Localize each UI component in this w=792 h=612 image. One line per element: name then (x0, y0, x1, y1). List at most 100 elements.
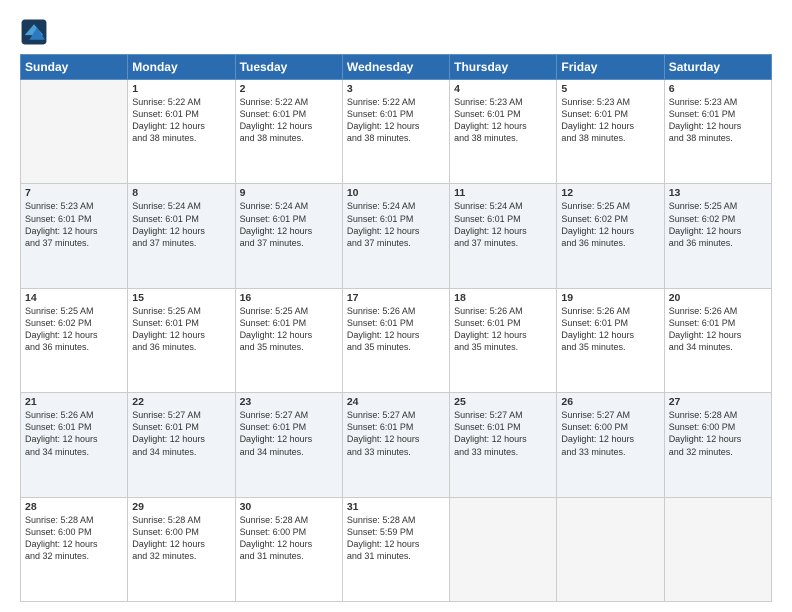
day-info: Sunrise: 5:28 AM Sunset: 6:00 PM Dayligh… (240, 514, 338, 563)
calendar-cell: 7Sunrise: 5:23 AM Sunset: 6:01 PM Daylig… (21, 184, 128, 288)
day-info: Sunrise: 5:24 AM Sunset: 6:01 PM Dayligh… (240, 200, 338, 249)
day-number: 15 (132, 292, 230, 304)
calendar-cell: 21Sunrise: 5:26 AM Sunset: 6:01 PM Dayli… (21, 393, 128, 497)
calendar-table: SundayMondayTuesdayWednesdayThursdayFrid… (20, 54, 772, 602)
day-info: Sunrise: 5:26 AM Sunset: 6:01 PM Dayligh… (561, 305, 659, 354)
calendar-cell (450, 497, 557, 601)
calendar-cell: 10Sunrise: 5:24 AM Sunset: 6:01 PM Dayli… (342, 184, 449, 288)
logo-icon (20, 18, 48, 46)
day-info: Sunrise: 5:27 AM Sunset: 6:01 PM Dayligh… (347, 409, 445, 458)
calendar-cell: 20Sunrise: 5:26 AM Sunset: 6:01 PM Dayli… (664, 288, 771, 392)
day-number: 22 (132, 396, 230, 408)
calendar-cell: 6Sunrise: 5:23 AM Sunset: 6:01 PM Daylig… (664, 80, 771, 184)
day-info: Sunrise: 5:23 AM Sunset: 6:01 PM Dayligh… (25, 200, 123, 249)
calendar-cell: 19Sunrise: 5:26 AM Sunset: 6:01 PM Dayli… (557, 288, 664, 392)
day-number: 23 (240, 396, 338, 408)
day-info: Sunrise: 5:27 AM Sunset: 6:01 PM Dayligh… (240, 409, 338, 458)
calendar-cell: 29Sunrise: 5:28 AM Sunset: 6:00 PM Dayli… (128, 497, 235, 601)
weekday-header-saturday: Saturday (664, 55, 771, 80)
day-info: Sunrise: 5:27 AM Sunset: 6:01 PM Dayligh… (454, 409, 552, 458)
day-number: 17 (347, 292, 445, 304)
calendar-cell: 4Sunrise: 5:23 AM Sunset: 6:01 PM Daylig… (450, 80, 557, 184)
weekday-header-tuesday: Tuesday (235, 55, 342, 80)
calendar-cell: 9Sunrise: 5:24 AM Sunset: 6:01 PM Daylig… (235, 184, 342, 288)
day-info: Sunrise: 5:24 AM Sunset: 6:01 PM Dayligh… (454, 200, 552, 249)
calendar-cell: 27Sunrise: 5:28 AM Sunset: 6:00 PM Dayli… (664, 393, 771, 497)
day-info: Sunrise: 5:25 AM Sunset: 6:02 PM Dayligh… (669, 200, 767, 249)
calendar-cell: 2Sunrise: 5:22 AM Sunset: 6:01 PM Daylig… (235, 80, 342, 184)
calendar-cell: 8Sunrise: 5:24 AM Sunset: 6:01 PM Daylig… (128, 184, 235, 288)
day-info: Sunrise: 5:28 AM Sunset: 6:00 PM Dayligh… (669, 409, 767, 458)
day-number: 13 (669, 187, 767, 199)
day-number: 9 (240, 187, 338, 199)
calendar-cell: 28Sunrise: 5:28 AM Sunset: 6:00 PM Dayli… (21, 497, 128, 601)
calendar-cell: 13Sunrise: 5:25 AM Sunset: 6:02 PM Dayli… (664, 184, 771, 288)
calendar-cell: 23Sunrise: 5:27 AM Sunset: 6:01 PM Dayli… (235, 393, 342, 497)
day-number: 19 (561, 292, 659, 304)
day-info: Sunrise: 5:25 AM Sunset: 6:02 PM Dayligh… (561, 200, 659, 249)
day-number: 26 (561, 396, 659, 408)
day-number: 2 (240, 83, 338, 95)
day-number: 7 (25, 187, 123, 199)
day-number: 31 (347, 501, 445, 513)
calendar-cell: 17Sunrise: 5:26 AM Sunset: 6:01 PM Dayli… (342, 288, 449, 392)
day-number: 16 (240, 292, 338, 304)
day-number: 5 (561, 83, 659, 95)
calendar-cell: 30Sunrise: 5:28 AM Sunset: 6:00 PM Dayli… (235, 497, 342, 601)
day-number: 25 (454, 396, 552, 408)
weekday-header-wednesday: Wednesday (342, 55, 449, 80)
day-number: 6 (669, 83, 767, 95)
day-number: 27 (669, 396, 767, 408)
calendar-cell (557, 497, 664, 601)
day-info: Sunrise: 5:28 AM Sunset: 6:00 PM Dayligh… (25, 514, 123, 563)
day-info: Sunrise: 5:26 AM Sunset: 6:01 PM Dayligh… (669, 305, 767, 354)
calendar-cell (21, 80, 128, 184)
weekday-header-friday: Friday (557, 55, 664, 80)
day-info: Sunrise: 5:24 AM Sunset: 6:01 PM Dayligh… (347, 200, 445, 249)
day-number: 8 (132, 187, 230, 199)
day-info: Sunrise: 5:22 AM Sunset: 6:01 PM Dayligh… (240, 96, 338, 145)
day-info: Sunrise: 5:22 AM Sunset: 6:01 PM Dayligh… (347, 96, 445, 145)
day-number: 24 (347, 396, 445, 408)
day-info: Sunrise: 5:26 AM Sunset: 6:01 PM Dayligh… (25, 409, 123, 458)
day-info: Sunrise: 5:26 AM Sunset: 6:01 PM Dayligh… (454, 305, 552, 354)
day-number: 30 (240, 501, 338, 513)
day-number: 18 (454, 292, 552, 304)
calendar-cell: 31Sunrise: 5:28 AM Sunset: 5:59 PM Dayli… (342, 497, 449, 601)
day-number: 14 (25, 292, 123, 304)
calendar-cell: 14Sunrise: 5:25 AM Sunset: 6:02 PM Dayli… (21, 288, 128, 392)
day-number: 4 (454, 83, 552, 95)
calendar-cell: 18Sunrise: 5:26 AM Sunset: 6:01 PM Dayli… (450, 288, 557, 392)
day-info: Sunrise: 5:28 AM Sunset: 6:00 PM Dayligh… (132, 514, 230, 563)
calendar-cell: 5Sunrise: 5:23 AM Sunset: 6:01 PM Daylig… (557, 80, 664, 184)
day-info: Sunrise: 5:27 AM Sunset: 6:01 PM Dayligh… (132, 409, 230, 458)
day-info: Sunrise: 5:23 AM Sunset: 6:01 PM Dayligh… (561, 96, 659, 145)
day-info: Sunrise: 5:24 AM Sunset: 6:01 PM Dayligh… (132, 200, 230, 249)
day-info: Sunrise: 5:23 AM Sunset: 6:01 PM Dayligh… (454, 96, 552, 145)
calendar-cell (664, 497, 771, 601)
day-info: Sunrise: 5:26 AM Sunset: 6:01 PM Dayligh… (347, 305, 445, 354)
day-info: Sunrise: 5:25 AM Sunset: 6:01 PM Dayligh… (132, 305, 230, 354)
day-info: Sunrise: 5:27 AM Sunset: 6:00 PM Dayligh… (561, 409, 659, 458)
day-info: Sunrise: 5:28 AM Sunset: 5:59 PM Dayligh… (347, 514, 445, 563)
day-number: 12 (561, 187, 659, 199)
calendar-cell: 24Sunrise: 5:27 AM Sunset: 6:01 PM Dayli… (342, 393, 449, 497)
calendar-cell: 3Sunrise: 5:22 AM Sunset: 6:01 PM Daylig… (342, 80, 449, 184)
day-number: 10 (347, 187, 445, 199)
weekday-header-monday: Monday (128, 55, 235, 80)
day-number: 1 (132, 83, 230, 95)
day-number: 11 (454, 187, 552, 199)
weekday-header-thursday: Thursday (450, 55, 557, 80)
weekday-header-sunday: Sunday (21, 55, 128, 80)
calendar-cell: 11Sunrise: 5:24 AM Sunset: 6:01 PM Dayli… (450, 184, 557, 288)
logo (20, 18, 52, 46)
day-info: Sunrise: 5:25 AM Sunset: 6:02 PM Dayligh… (25, 305, 123, 354)
calendar-cell: 22Sunrise: 5:27 AM Sunset: 6:01 PM Dayli… (128, 393, 235, 497)
calendar-cell: 15Sunrise: 5:25 AM Sunset: 6:01 PM Dayli… (128, 288, 235, 392)
calendar-cell: 12Sunrise: 5:25 AM Sunset: 6:02 PM Dayli… (557, 184, 664, 288)
calendar-cell: 1Sunrise: 5:22 AM Sunset: 6:01 PM Daylig… (128, 80, 235, 184)
day-number: 21 (25, 396, 123, 408)
day-number: 28 (25, 501, 123, 513)
day-info: Sunrise: 5:23 AM Sunset: 6:01 PM Dayligh… (669, 96, 767, 145)
calendar-cell: 25Sunrise: 5:27 AM Sunset: 6:01 PM Dayli… (450, 393, 557, 497)
